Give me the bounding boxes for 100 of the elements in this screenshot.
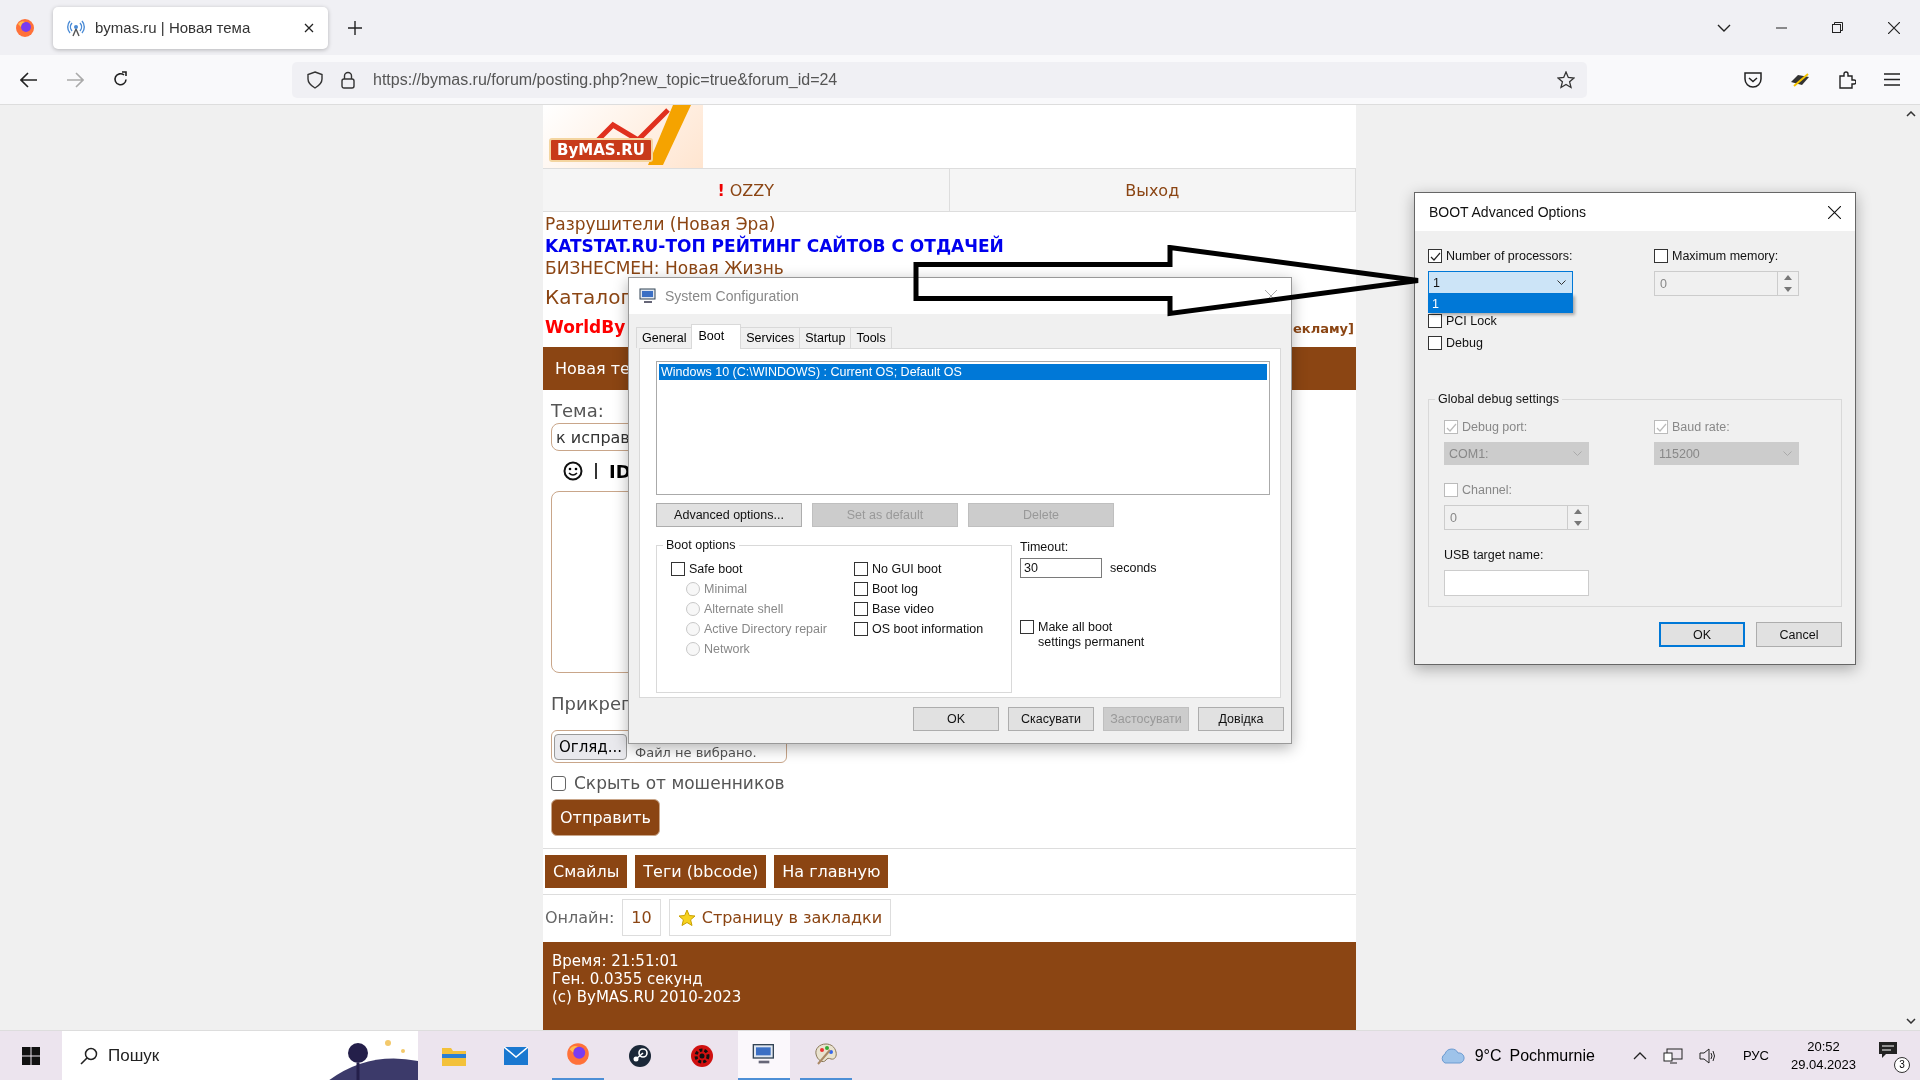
address-bar[interactable]: https://bymas.ru/forum/posting.php?new_topic=true&forum_id=24: [292, 61, 1587, 98]
checkbox[interactable]: [1654, 249, 1668, 263]
radio-label: Active Directory repair: [704, 622, 827, 636]
checkbox[interactable]: [854, 562, 868, 576]
tab[interactable]: Startup: [799, 327, 852, 348]
ad-link[interactable]: БИЗНЕСМЕН: Новая Жизнь: [545, 257, 784, 279]
language-indicator[interactable]: РУС: [1742, 1048, 1769, 1063]
restore-icon[interactable]: [1832, 22, 1843, 33]
checkbox-label: Debug: [1446, 336, 1483, 350]
notification-badge: 3: [1894, 1056, 1910, 1073]
weather-temperature[interactable]: 9°C: [1474, 1046, 1502, 1065]
checkbox[interactable]: [854, 582, 868, 596]
browser-tab[interactable]: bymas.ru | Новая тема: [53, 6, 328, 49]
bookmark-button[interactable]: Страницу в закладки: [668, 899, 892, 936]
dropdown-option[interactable]: 1: [1428, 294, 1573, 313]
star-icon[interactable]: [1557, 70, 1575, 89]
footer-text: Время: 21:51:01: [552, 952, 680, 970]
site-logo[interactable]: ByMAS.RU: [543, 105, 703, 168]
chevron-up-icon[interactable]: [1632, 1051, 1647, 1060]
plus-icon[interactable]: [348, 20, 362, 35]
nav-button[interactable]: Смайлы: [545, 855, 628, 888]
extension-icon[interactable]: [1790, 71, 1810, 88]
checkbox-label: Base video: [872, 602, 934, 616]
checkbox[interactable]: [854, 622, 868, 636]
ad-link[interactable]: екламу]: [1293, 314, 1354, 344]
search-field[interactable]: Пошук: [62, 1030, 418, 1080]
notification-icon[interactable]: [1878, 1040, 1898, 1059]
checkbox-label: Maximum memory:: [1672, 249, 1779, 263]
weather-text[interactable]: Pochmurnie: [1509, 1046, 1595, 1065]
tab[interactable]: Tools: [850, 327, 892, 348]
nav-link[interactable]: Выход: [949, 169, 1356, 211]
dialog-button[interactable]: OK: [913, 707, 999, 731]
field-label: USB target name:: [1444, 548, 1545, 562]
online-count[interactable]: 10: [622, 899, 661, 936]
checkbox[interactable]: [854, 602, 868, 616]
radio-label: Alternate shell: [704, 602, 784, 616]
ad-link[interactable]: Разрушители (Новая Эра): [545, 213, 776, 235]
smiley-icon[interactable]: [563, 461, 583, 481]
firefox-logo-icon[interactable]: [15, 17, 35, 38]
spin-up-icon[interactable]: [1574, 509, 1582, 515]
nav-button[interactable]: Теги (bbcode): [635, 855, 767, 888]
checkbox-label: Debug port:: [1462, 420, 1528, 434]
usb-name-field[interactable]: [1444, 570, 1589, 596]
dialog-button[interactable]: OK: [1659, 622, 1745, 647]
submit-button[interactable]: Отправить: [551, 799, 660, 836]
scroll-up-icon[interactable]: [1906, 111, 1916, 117]
nav-link[interactable]: ! OZZY: [543, 169, 950, 211]
checkbox[interactable]: [1428, 336, 1442, 350]
checkbox[interactable]: [1428, 249, 1442, 263]
close-icon[interactable]: [304, 22, 314, 33]
shield-icon[interactable]: [307, 70, 323, 89]
menu-icon[interactable]: [1884, 73, 1900, 86]
tab[interactable]: Boot: [691, 324, 742, 349]
lock-icon[interactable]: [341, 70, 355, 89]
computer-icon: [639, 288, 657, 304]
dialog-button[interactable]: Довідка: [1198, 707, 1284, 731]
firefox-logo-icon: [566, 1042, 590, 1066]
search-icon: [80, 1046, 98, 1065]
list-item[interactable]: Windows 10 (C:\WINDOWS) : Current OS; Default OS: [659, 364, 1267, 380]
pocket-icon[interactable]: [1744, 71, 1762, 88]
checkbox-label: Скрыть от мошенников: [574, 773, 785, 793]
timeout-field[interactable]: 30: [1020, 558, 1102, 578]
close-icon[interactable]: [1828, 205, 1841, 219]
dialog-button[interactable]: Cancel: [1756, 622, 1842, 647]
network-icon[interactable]: [1662, 1047, 1683, 1064]
spin-down-icon[interactable]: [1784, 286, 1792, 292]
back-arrow-icon[interactable]: [20, 71, 38, 88]
checkbox[interactable]: [671, 562, 685, 576]
tab[interactable]: General: [636, 327, 693, 348]
browse-button[interactable]: Огляд...: [554, 733, 627, 760]
dialog-button[interactable]: Скасувати: [1008, 707, 1094, 731]
window-title: BOOT Advanced Options: [1429, 204, 1586, 220]
checkbox-label: Safe boot: [689, 562, 743, 576]
field-label: Прикреп: [551, 693, 633, 714]
minimize-icon[interactable]: [1776, 26, 1787, 29]
group-title: Boot options: [663, 538, 739, 552]
spin-down-icon[interactable]: [1574, 520, 1582, 526]
checkbox[interactable]: [1020, 620, 1034, 634]
envelope-icon: [504, 1046, 528, 1065]
dialog-button[interactable]: Advanced options...: [656, 503, 802, 527]
site-link[interactable]: WorldBy: [545, 312, 626, 342]
windows-start-icon[interactable]: [22, 1046, 40, 1065]
puzzle-icon[interactable]: [1838, 70, 1856, 89]
palette-icon: [814, 1042, 838, 1066]
chevron-down-icon: [1573, 451, 1582, 456]
checkbox[interactable]: [1428, 314, 1442, 328]
clock[interactable]: 20:52 29.04.2023: [1790, 1037, 1856, 1074]
chevron-down-icon[interactable]: [1717, 23, 1731, 32]
radio-label: Network: [704, 642, 750, 656]
file-status: Файл не вибрано.: [635, 746, 757, 760]
reload-icon[interactable]: [112, 71, 129, 88]
nav-button[interactable]: На главную: [774, 855, 889, 888]
chevron-down-icon: [1783, 451, 1792, 456]
speaker-icon[interactable]: [1698, 1047, 1717, 1064]
scroll-down-icon[interactable]: [1906, 1018, 1916, 1024]
ad-link[interactable]: KATSTAT.RU-ТОП РЕЙТИНГ САЙТОВ С ОТДАЧЕЙ: [545, 235, 1004, 257]
processor-dropdown[interactable]: 1: [1428, 271, 1573, 294]
spin-up-icon[interactable]: [1784, 275, 1792, 281]
close-icon[interactable]: [1888, 21, 1900, 34]
checkbox[interactable]: [551, 775, 566, 791]
